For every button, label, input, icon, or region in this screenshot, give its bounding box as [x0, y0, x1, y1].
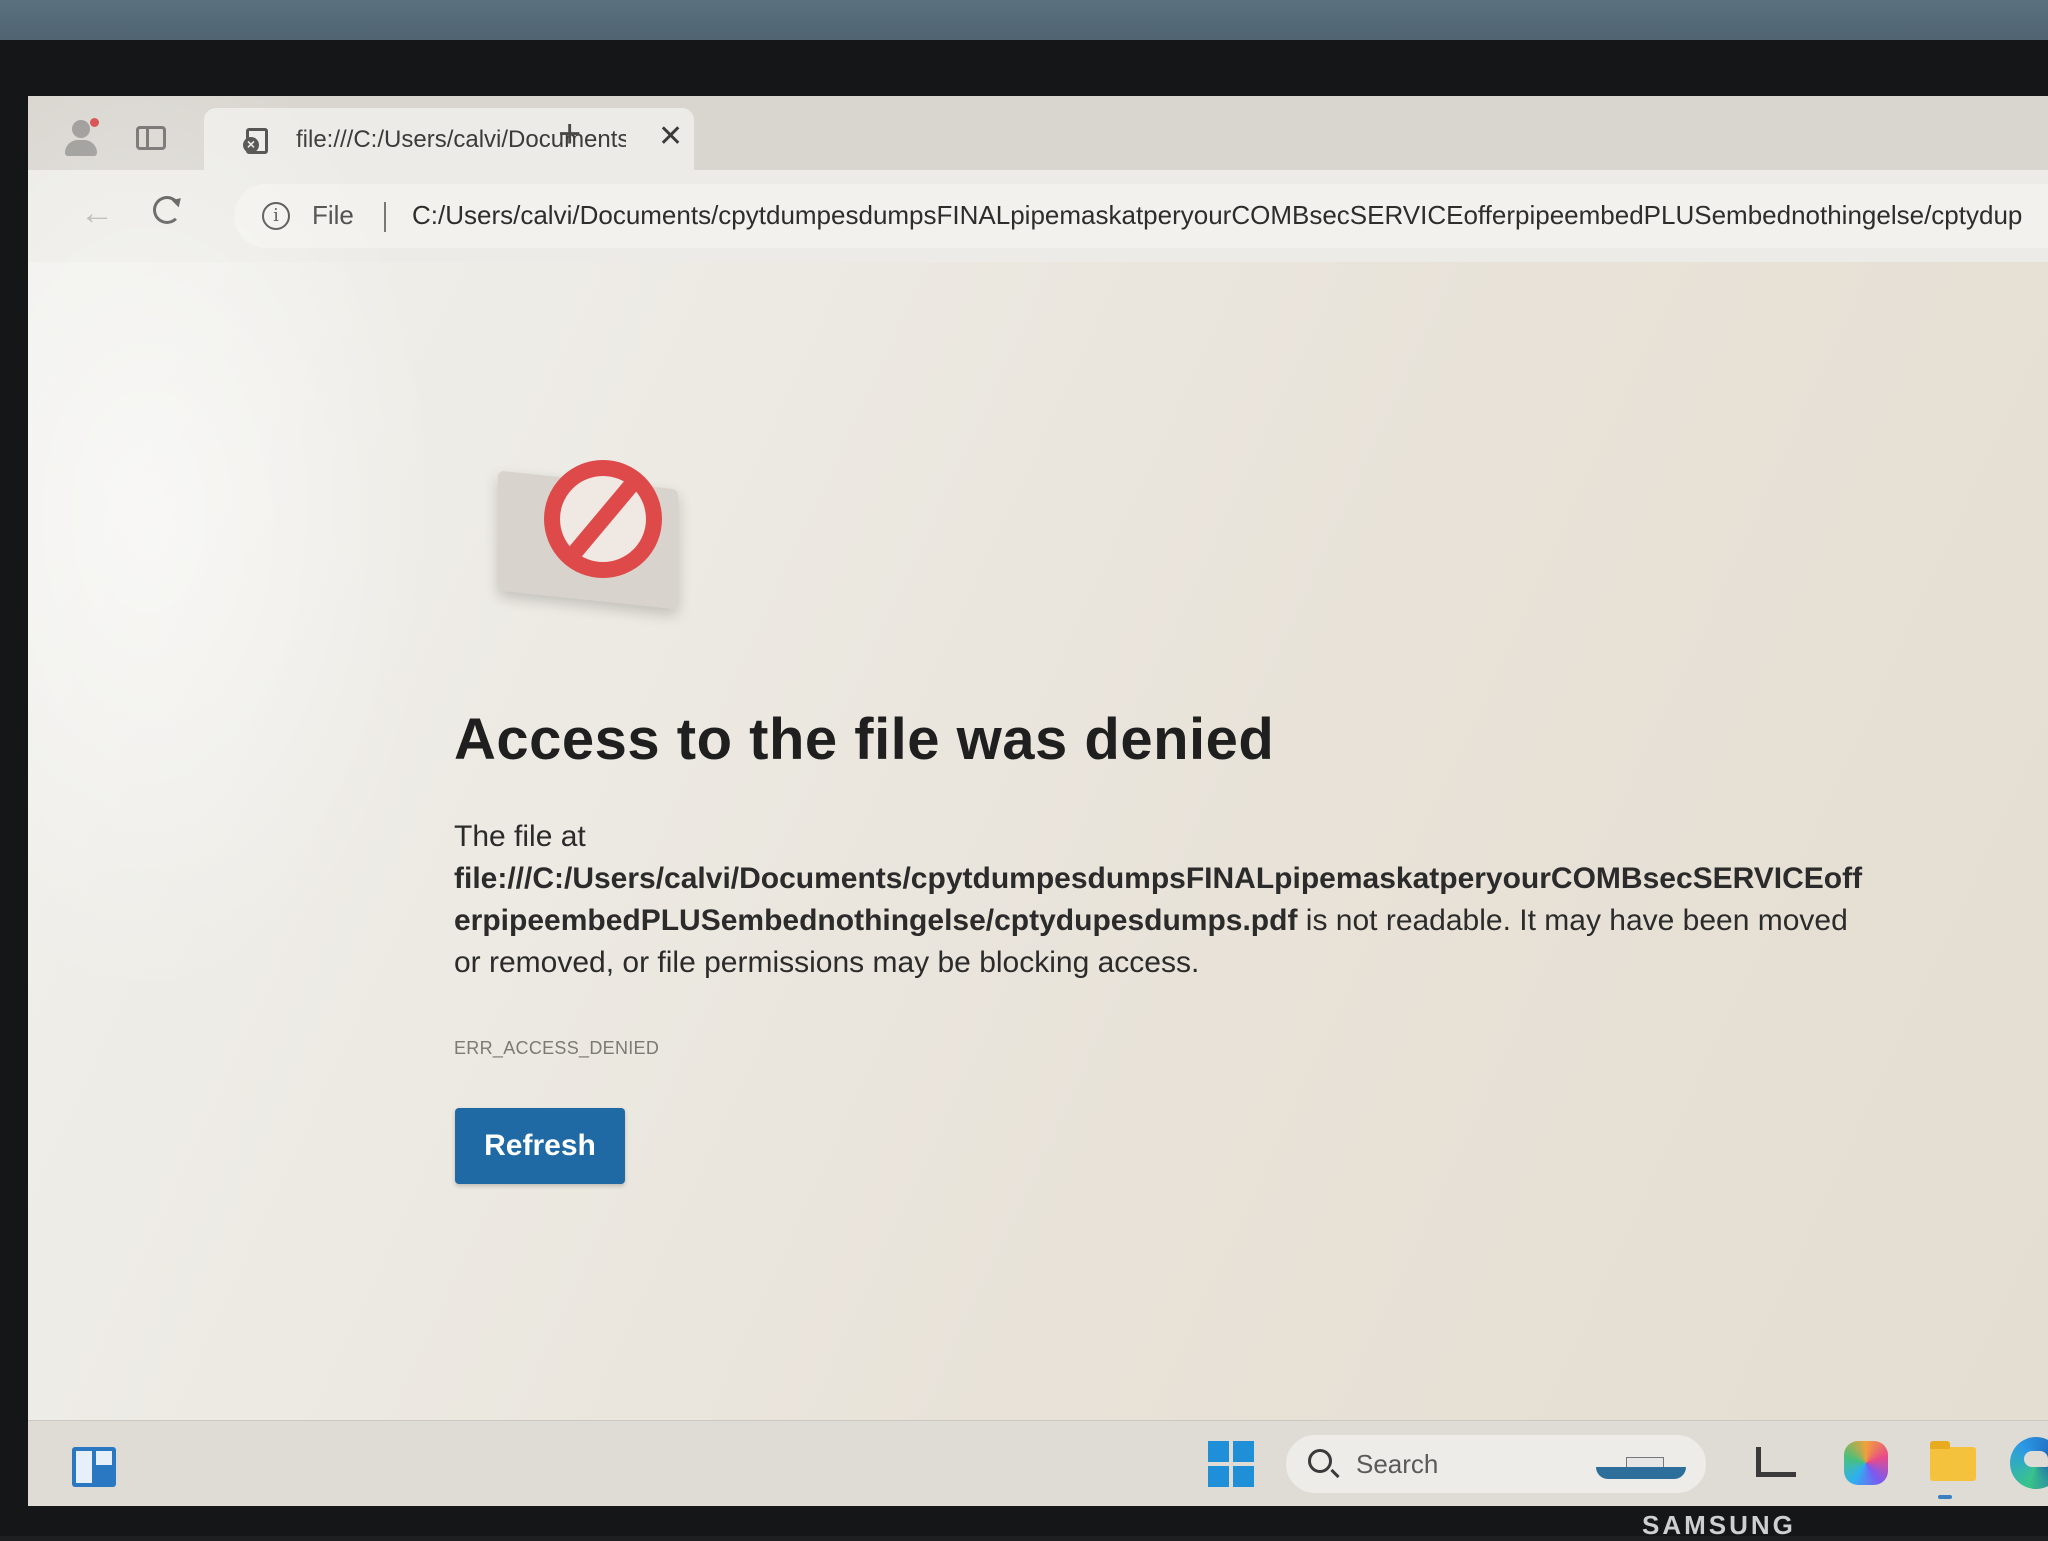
url-text[interactable]: C:/Users/calvi/Documents/cpytdumpesdumps… — [412, 200, 2032, 231]
monitor-brand-logo: SAMSUNG — [1642, 1510, 1796, 1540]
search-label: Search — [1356, 1449, 1439, 1479]
error-description: The file at file:///C:/Users/calvi/Docum… — [454, 816, 1874, 984]
description-prefix: The file at — [454, 820, 586, 853]
tab-active[interactable]: file:///C:/Users/calvi/Documents/c ✕ — [204, 108, 694, 170]
edge-icon[interactable] — [2010, 1437, 2048, 1489]
back-icon[interactable]: ← — [80, 196, 114, 230]
address-bar[interactable]: i File C:/Users/calvi/Documents/cpytdump… — [234, 184, 2048, 248]
error-code: ERR_ACCESS_DENIED — [454, 1038, 660, 1058]
taskbar: Search — [28, 1420, 2048, 1506]
taskbar-search[interactable]: Search — [1286, 1435, 1706, 1493]
profile-icon[interactable] — [62, 118, 102, 158]
reload-icon[interactable] — [153, 196, 181, 224]
info-icon[interactable]: i — [262, 202, 290, 230]
no-entry-icon — [484, 450, 684, 610]
browser-toolbar: ← i File C:/Users/calvi/Documents/cpytdu… — [28, 170, 2048, 262]
new-tab-button[interactable]: + — [558, 114, 581, 154]
scheme-chip[interactable]: File — [312, 200, 354, 231]
tab-actions-icon[interactable] — [136, 126, 166, 150]
search-icon — [1308, 1449, 1332, 1473]
windows-start-icon[interactable] — [1208, 1441, 1254, 1487]
screen-glare — [28, 96, 2048, 1506]
search-highlight-boat-icon — [1596, 1453, 1686, 1479]
divider — [384, 202, 386, 232]
file-error-icon — [243, 128, 268, 154]
tab-close-icon[interactable]: ✕ — [658, 122, 683, 152]
task-view-icon[interactable] — [1756, 1447, 1796, 1477]
page-title: Access to the file was denied — [454, 707, 1275, 772]
tab-strip: file:///C:/Users/calvi/Documents/c ✕ + — [28, 96, 2048, 170]
screen: file:///C:/Users/calvi/Documents/c ✕ + ←… — [28, 96, 2048, 1506]
file-explorer-icon[interactable] — [1930, 1441, 1976, 1499]
copilot-icon[interactable] — [1844, 1441, 1888, 1485]
refresh-button[interactable]: Refresh — [455, 1108, 625, 1184]
widgets-icon[interactable] — [72, 1447, 116, 1487]
